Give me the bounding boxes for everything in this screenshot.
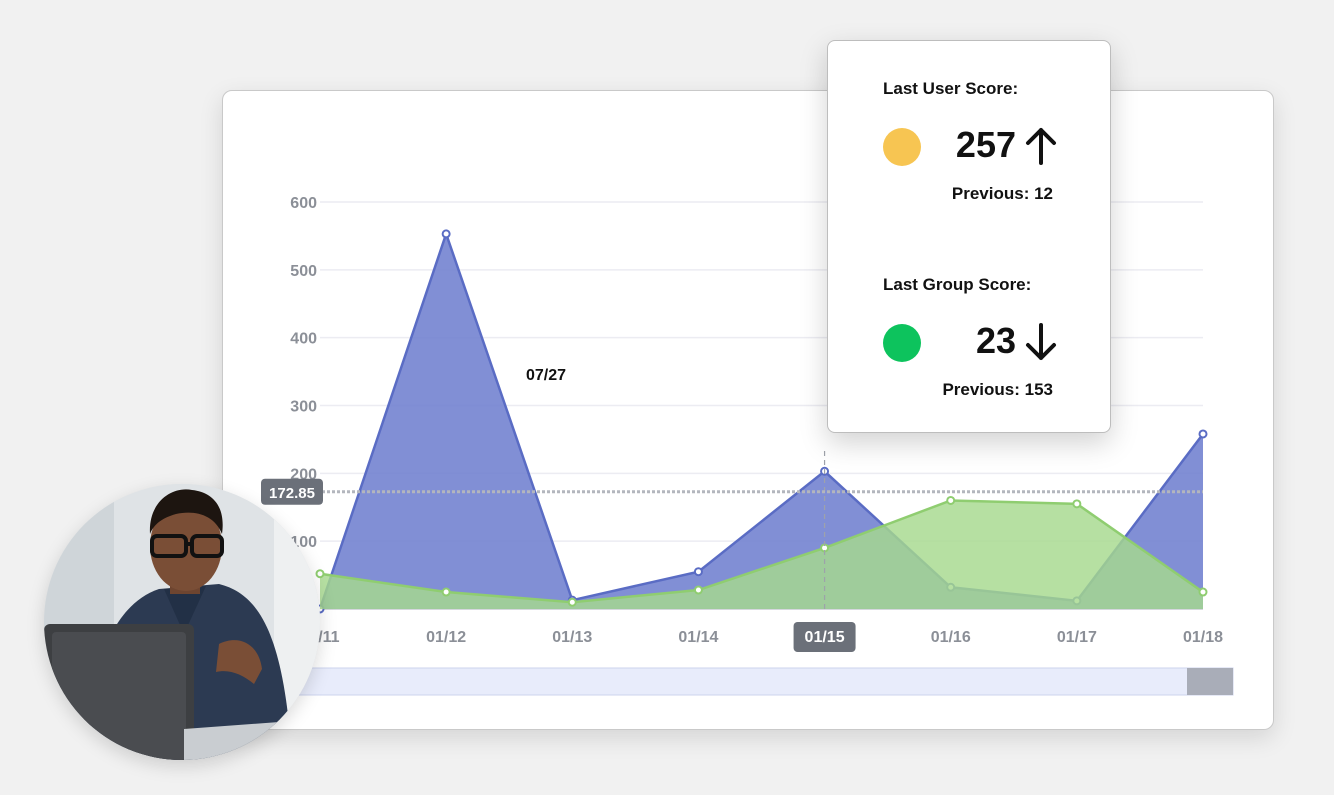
y-tick-label: 600	[290, 195, 317, 212]
x-tick-label: 01/13	[552, 629, 592, 646]
hover-date-label: 07/27	[526, 367, 566, 384]
y-tick-label: 300	[290, 399, 317, 416]
user-photo	[44, 484, 320, 760]
user-score-label: Last User Score:	[883, 79, 1019, 98]
user-score-value: 257	[955, 124, 1016, 165]
data-point	[441, 229, 451, 239]
data-point	[946, 495, 956, 505]
arrow-down-icon	[1026, 323, 1056, 360]
group-score-label: Last Group Score:	[883, 275, 1032, 294]
person-at-laptop-illustration	[44, 484, 320, 760]
x-tick-label: 01/17	[1057, 629, 1097, 646]
y-tick-label: 500	[290, 263, 317, 280]
x-tick-label: 01/16	[931, 629, 971, 646]
user-previous-score: Previous: 12	[951, 184, 1053, 203]
x-tick-label: 01/18	[1183, 629, 1223, 646]
data-point	[693, 567, 703, 577]
scrollbar-track	[297, 667, 1234, 696]
score-panel: Last User Score: 257 Previous: 12 Last G…	[827, 40, 1111, 433]
data-point	[567, 597, 577, 607]
group-score-value: 23	[975, 320, 1016, 361]
x-tick-label: 01/14	[678, 629, 718, 646]
crosshair-value-label: 172.85	[269, 485, 315, 502]
x-tick-label: 01/15	[805, 629, 845, 646]
data-point	[1198, 587, 1208, 597]
group-previous-score: Previous: 153	[942, 380, 1053, 399]
arrow-up-icon	[1026, 128, 1056, 165]
scrollbar-thumb[interactable]	[1187, 668, 1233, 695]
data-point	[1198, 429, 1208, 439]
x-tick-label: 01/12	[426, 629, 466, 646]
chart-card: 100 200 300 400 500 600 172.85 01/11 01/12 01/13 0…	[222, 90, 1274, 730]
y-tick-label: 400	[290, 331, 317, 348]
score-chart: 100200300400500600172.8501/11 01/12 01/13 0…	[261, 195, 1234, 696]
data-point	[315, 569, 325, 579]
data-point	[441, 587, 451, 597]
data-point	[1072, 499, 1082, 509]
data-point	[693, 585, 703, 595]
